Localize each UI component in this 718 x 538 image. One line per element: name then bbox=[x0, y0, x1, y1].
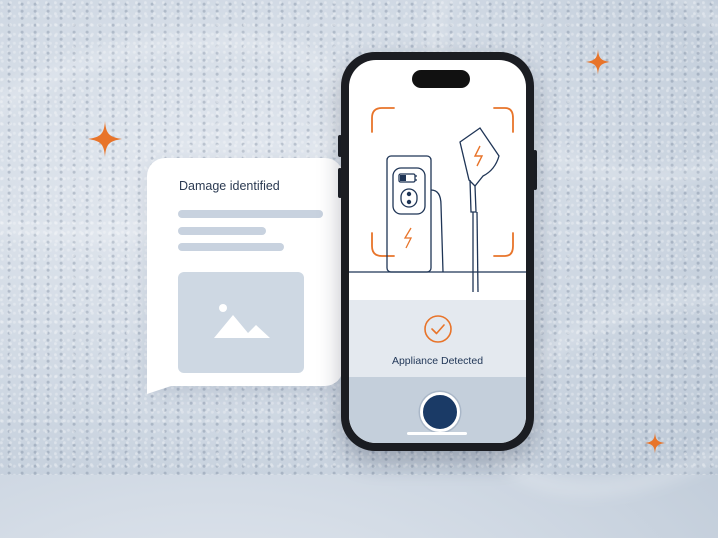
sparkle-icon bbox=[645, 432, 665, 454]
camera-shutter-button[interactable] bbox=[420, 392, 460, 432]
phone-screen: Appliance Detected bbox=[349, 60, 526, 443]
text-placeholder-line bbox=[178, 227, 266, 235]
image-placeholder-icon bbox=[214, 304, 270, 338]
image-placeholder bbox=[178, 272, 304, 373]
damage-report-card: Damage identified bbox=[147, 158, 343, 386]
ev-charger-icon bbox=[349, 107, 526, 293]
text-placeholder-line bbox=[178, 243, 284, 251]
check-circle-icon bbox=[424, 315, 452, 343]
card-title: Damage identified bbox=[179, 179, 280, 193]
detection-status-label: Appliance Detected bbox=[391, 355, 484, 367]
sparkle-icon bbox=[586, 49, 610, 75]
sparkle-icon bbox=[88, 121, 122, 157]
text-placeholder-line bbox=[178, 210, 323, 218]
phone-mockup: Appliance Detected bbox=[341, 52, 534, 451]
home-indicator[interactable] bbox=[407, 432, 467, 435]
